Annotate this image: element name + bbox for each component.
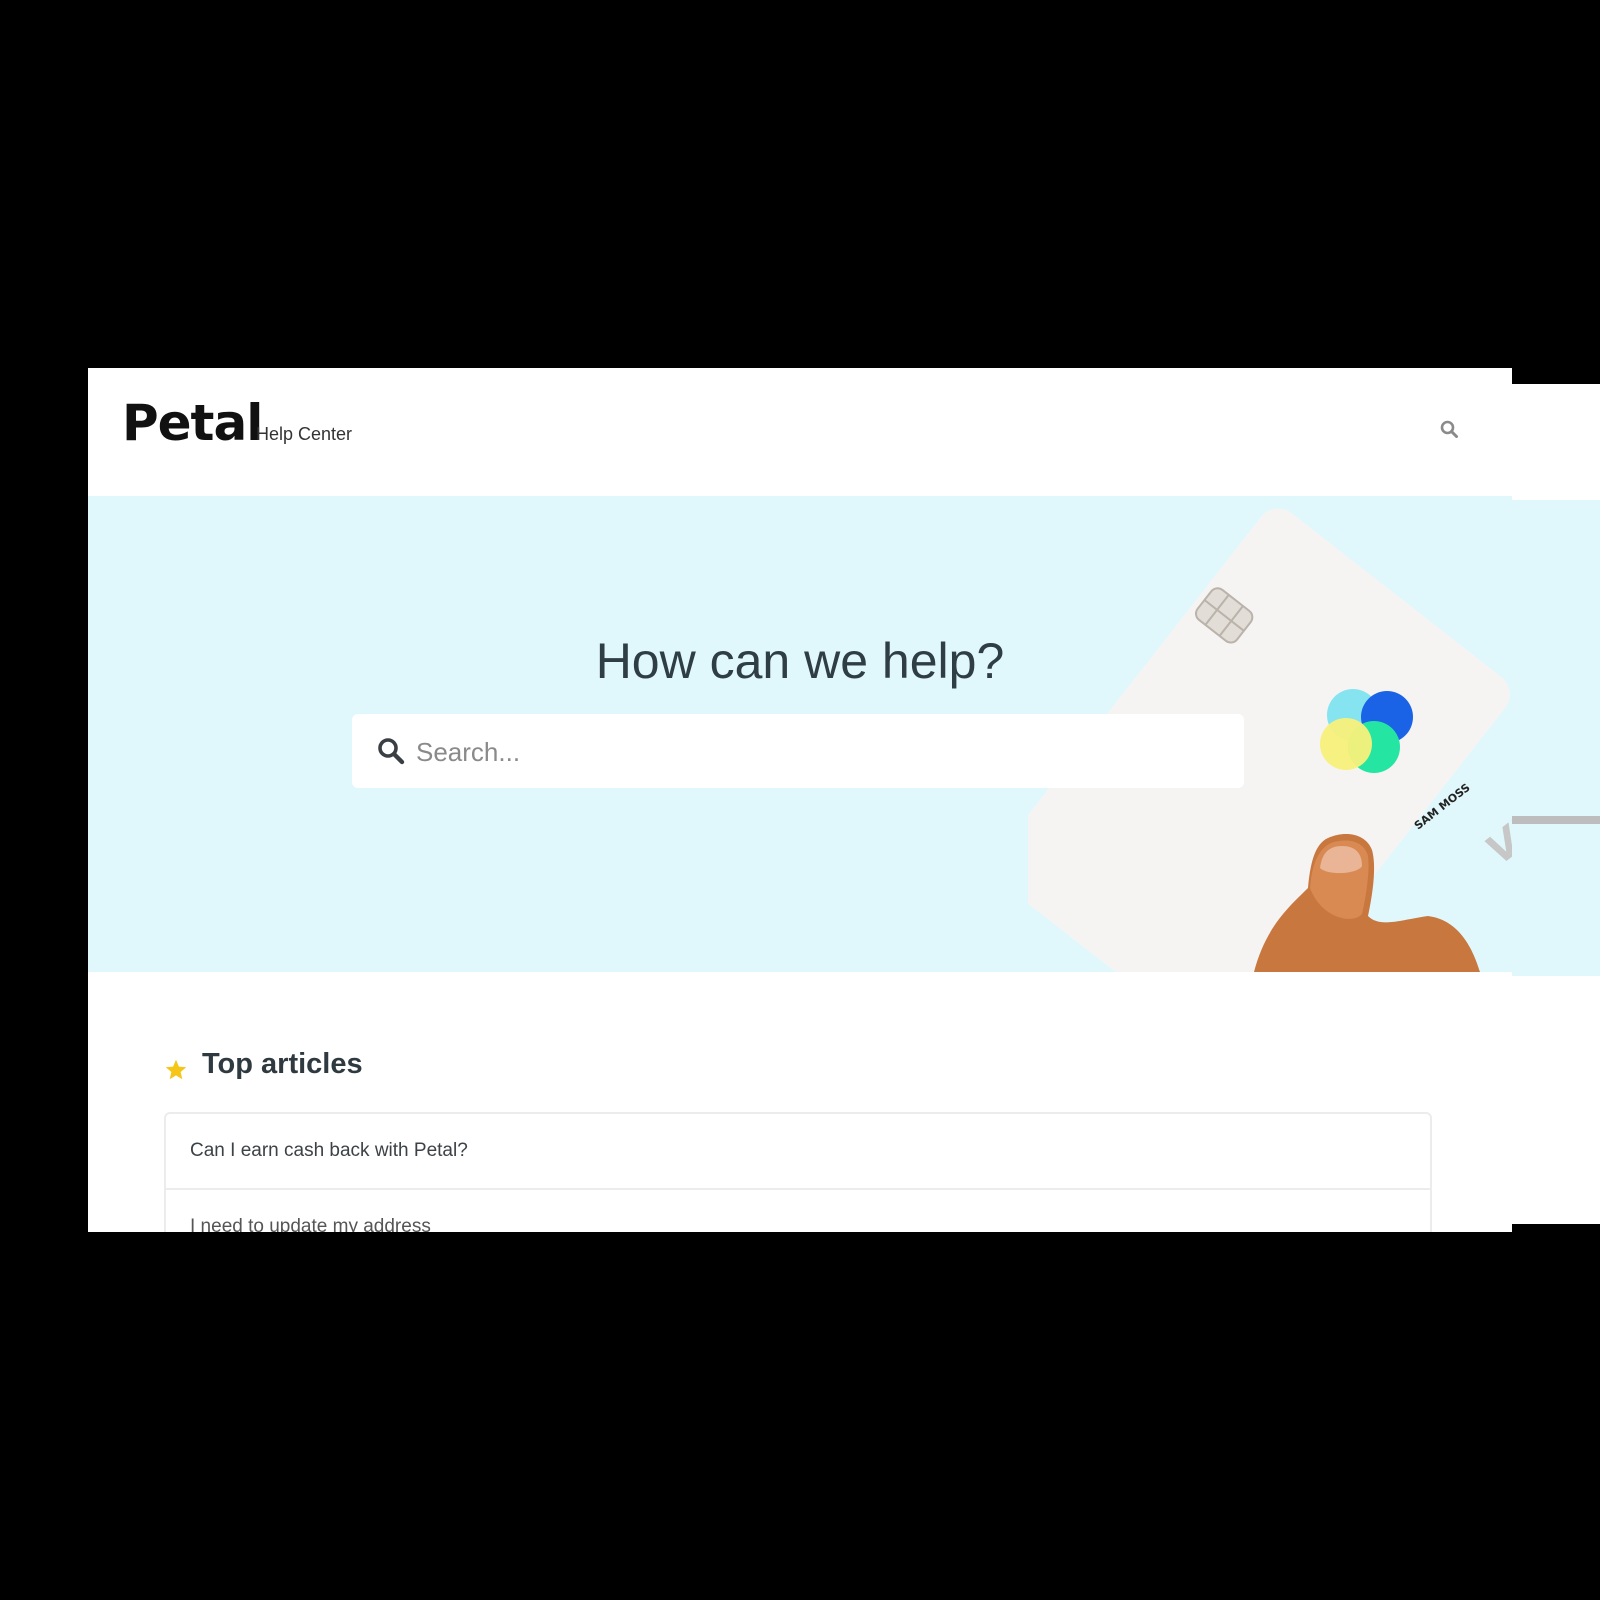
top-articles-title: Top articles bbox=[202, 1048, 363, 1080]
background-hero-edge bbox=[1512, 500, 1600, 976]
hero-banner: SAM MOSS VISA How can we help? bbox=[88, 496, 1512, 972]
background-window-edge bbox=[1512, 384, 1600, 1224]
article-link[interactable]: I need to update my address bbox=[166, 1190, 1430, 1232]
site-header: Petal Help Center bbox=[88, 368, 1512, 496]
background-divider bbox=[1512, 816, 1600, 824]
card-network-logo: VISA bbox=[1478, 773, 1512, 874]
header-search-icon[interactable] bbox=[1438, 418, 1462, 442]
help-center-label[interactable]: Help Center bbox=[256, 424, 352, 445]
petal-logo[interactable]: Petal bbox=[122, 398, 263, 448]
article-link[interactable]: Can I earn cash back with Petal? bbox=[166, 1114, 1430, 1190]
hero-title: How can we help? bbox=[595, 633, 1005, 689]
search-icon bbox=[378, 738, 405, 765]
star-icon bbox=[165, 1059, 187, 1080]
search-input[interactable] bbox=[414, 714, 1218, 790]
hero-search-box[interactable] bbox=[352, 714, 1244, 790]
top-articles-list: Can I earn cash back with Petal? I need … bbox=[164, 1112, 1432, 1232]
browser-window: Petal Help Center SAM MOSS VISA How can … bbox=[88, 368, 1512, 1232]
